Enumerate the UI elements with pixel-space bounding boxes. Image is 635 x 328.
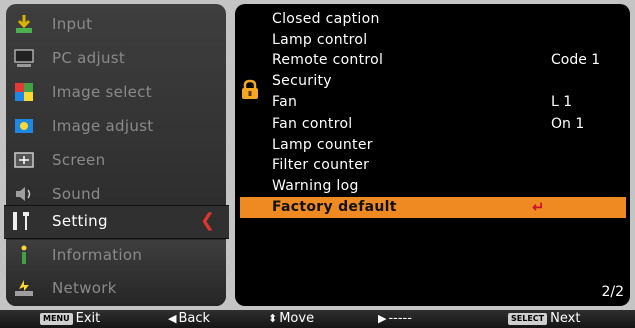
submenu-item-label: Lamp counter	[272, 137, 373, 153]
menu-item-label: Sound	[52, 185, 101, 203]
menu-key-icon: MENU	[40, 313, 73, 325]
chevron-left-icon: ❮	[200, 210, 216, 231]
information-icon	[12, 243, 36, 267]
menu-item-label: Input	[52, 15, 93, 33]
guide-back: ◀ Back	[168, 311, 210, 326]
guide-back-label: Back	[178, 311, 211, 326]
submenu-item-value: L 1	[551, 94, 573, 110]
control-guide-bar: MENU Exit ◀ Back ⬍ Move ▶ ----- SELECT Next	[0, 310, 635, 328]
main-menu-lower: Information Network	[6, 240, 226, 306]
submenu-item-warning-log[interactable]: Warning log	[235, 176, 630, 197]
submenu-item-label: Factory default	[272, 199, 397, 215]
submenu-item-closed-caption[interactable]: Closed caption	[235, 9, 630, 30]
input-icon	[12, 12, 36, 36]
network-icon	[12, 276, 36, 300]
menu-item-image-adjust[interactable]: Image adjust	[6, 110, 226, 142]
guide-exit: MENU Exit	[40, 311, 100, 326]
menu-item-label: Image select	[52, 83, 152, 101]
screen-icon	[12, 148, 36, 172]
submenu-item-label: Lamp control	[272, 32, 368, 48]
submenu-item-value: On 1	[551, 116, 585, 132]
left-triangle-icon: ◀	[168, 312, 177, 325]
pc-adjust-icon	[12, 46, 36, 70]
menu-item-information[interactable]: Information	[6, 239, 226, 271]
submenu-item-label: Fan control	[272, 116, 353, 132]
setting-icon	[10, 210, 34, 234]
sound-icon	[12, 182, 36, 206]
menu-item-pc-adjust[interactable]: PC adjust	[6, 42, 226, 74]
setting-submenu: Closed caption Lamp control Remote contr…	[235, 4, 630, 306]
enter-return-icon: ↵	[532, 198, 545, 216]
submenu-item-factory-default[interactable]: Factory default ↵	[240, 197, 626, 218]
menu-item-label: Image adjust	[52, 117, 154, 135]
guide-select: SELECT Next	[508, 311, 580, 326]
guide-next-label: Next	[550, 311, 581, 326]
submenu-item-fan[interactable]: Fan L 1	[235, 92, 630, 113]
page-indicator: 2/2	[601, 284, 624, 300]
menu-item-label: Screen	[52, 151, 106, 169]
image-select-icon	[12, 80, 36, 104]
select-key-icon: SELECT	[508, 313, 548, 325]
menu-item-label: Network	[52, 279, 117, 297]
guide-move-label: Move	[279, 311, 315, 326]
submenu-item-label: Closed caption	[272, 11, 380, 27]
submenu-item-label: Fan	[272, 94, 298, 110]
menu-item-network[interactable]: Network	[6, 272, 226, 304]
menu-item-label: Information	[52, 246, 143, 264]
projector-osd: Input PC adjust Image select Image adjus…	[0, 0, 635, 328]
submenu-item-label: Security	[272, 73, 332, 89]
submenu-item-fan-control[interactable]: Fan control On 1	[235, 114, 630, 135]
submenu-item-remote-control[interactable]: Remote control Code 1	[235, 50, 630, 71]
submenu-item-label: Warning log	[272, 178, 359, 194]
submenu-item-label: Filter counter	[272, 157, 370, 173]
submenu-item-security[interactable]: Security	[235, 71, 630, 92]
submenu-item-label: Remote control	[272, 52, 384, 68]
menu-item-input[interactable]: Input	[6, 8, 226, 40]
menu-item-image-select[interactable]: Image select	[6, 76, 226, 108]
submenu-item-lamp-control[interactable]: Lamp control	[235, 30, 630, 51]
submenu-item-value: Code 1	[551, 52, 601, 68]
guide-move: ⬍ Move	[268, 311, 314, 326]
menu-item-label: Setting	[52, 212, 108, 230]
menu-item-label: PC adjust	[52, 49, 126, 67]
guide-next-placeholder: -----	[388, 311, 412, 326]
right-triangle-icon: ▶	[378, 312, 387, 325]
submenu-item-filter-counter[interactable]: Filter counter	[235, 155, 630, 176]
guide-next-right: ▶ -----	[378, 311, 412, 326]
submenu-item-lamp-counter[interactable]: Lamp counter	[235, 135, 630, 156]
menu-item-screen[interactable]: Screen	[6, 144, 226, 176]
up-down-icon: ⬍	[268, 312, 278, 325]
image-adjust-icon	[12, 114, 36, 138]
menu-item-setting[interactable]: Setting ❮	[4, 205, 229, 239]
guide-exit-label: Exit	[75, 311, 101, 326]
